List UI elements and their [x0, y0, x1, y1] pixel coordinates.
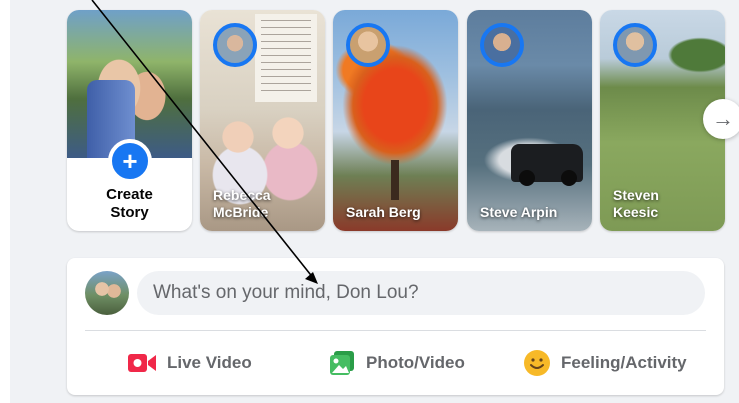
- story-card-sarah[interactable]: Sarah Berg: [333, 10, 458, 231]
- truck-image: [511, 144, 583, 186]
- tree-trunk: [391, 160, 399, 200]
- avatar[interactable]: [85, 271, 129, 315]
- profile-photo: [67, 10, 192, 158]
- divider: [85, 330, 706, 331]
- story-card-steve-arpin[interactable]: Steve Arpin: [467, 10, 592, 231]
- plus-icon[interactable]: +: [108, 139, 152, 183]
- story-author-name: Steven Keesic: [613, 187, 659, 220]
- story-author-name: Sarah Berg: [346, 204, 421, 220]
- feeling-activity-label: Feeling/Activity: [561, 353, 687, 372]
- story-note-image: [255, 14, 317, 102]
- photo-video-label: Photo/Video: [366, 353, 465, 372]
- video-camera-icon: [127, 352, 157, 374]
- smiley-icon: [523, 349, 551, 377]
- story-card-rebecca[interactable]: Rebecca McBride: [200, 10, 325, 231]
- photo-icon: [328, 349, 356, 377]
- story-author-name: Rebecca McBride: [213, 187, 271, 220]
- live-video-button[interactable]: Live Video: [127, 341, 252, 385]
- story-avatar: [613, 23, 657, 67]
- live-video-label: Live Video: [167, 353, 252, 372]
- post-composer: Live Video Photo/Video Feeling/Activity: [67, 258, 724, 395]
- status-input[interactable]: [137, 271, 705, 315]
- create-story-label-line2: Story: [110, 204, 149, 221]
- story-author-name: Steve Arpin: [480, 204, 558, 220]
- story-avatar: [480, 23, 524, 67]
- story-avatar: [346, 23, 390, 67]
- create-story-label: Create Story: [67, 186, 192, 222]
- story-avatar: [213, 23, 257, 67]
- arrow-right-icon: →: [712, 106, 734, 131]
- feeling-activity-button[interactable]: Feeling/Activity: [523, 341, 687, 385]
- create-story-card[interactable]: + Create Story: [67, 10, 192, 231]
- create-story-label-line1: Create: [106, 186, 153, 203]
- stories-next-button[interactable]: →: [703, 99, 739, 139]
- photo-video-button[interactable]: Photo/Video: [328, 341, 465, 385]
